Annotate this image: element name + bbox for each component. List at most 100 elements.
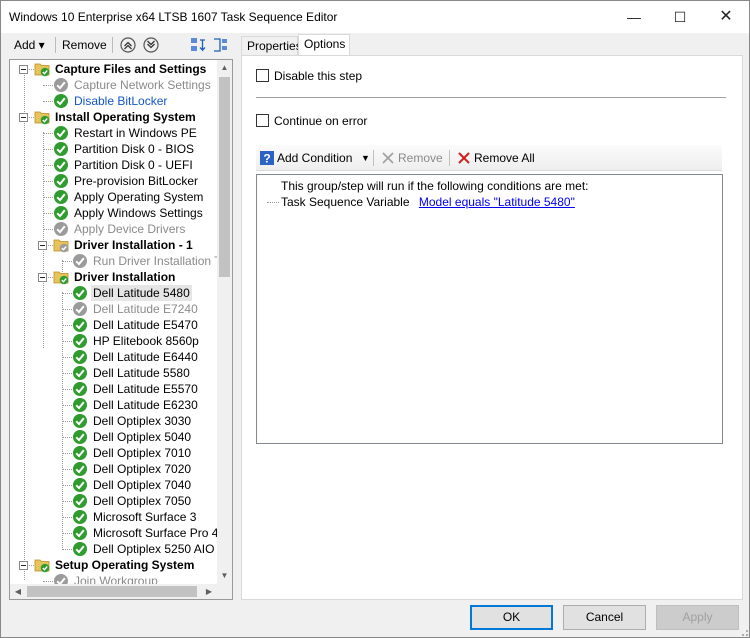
- success-check-icon: [53, 157, 69, 173]
- task-sequence-tree[interactable]: Capture Files and Settings Capture Networ…: [9, 59, 233, 600]
- tree-node-label: Restart in Windows PE: [74, 126, 197, 140]
- success-check-icon: [72, 461, 88, 477]
- remove-all-icon: [458, 152, 470, 164]
- tree-node-label: Apply Windows Settings: [74, 206, 203, 220]
- tab-options[interactable]: Options: [298, 34, 350, 56]
- scroll-corner: [217, 584, 232, 599]
- tree-connector: [43, 149, 53, 150]
- tree-connector: [24, 68, 25, 580]
- cancel-button[interactable]: Cancel: [563, 605, 646, 630]
- success-check-icon: [53, 141, 69, 157]
- success-check-icon: [53, 189, 69, 205]
- collapse-toggle-icon[interactable]: [19, 65, 28, 74]
- disabled-check-icon: [53, 573, 69, 584]
- scroll-left-icon[interactable]: ◀: [10, 584, 26, 599]
- continue-on-error-checkbox[interactable]: [256, 114, 269, 127]
- scroll-thumb[interactable]: [219, 77, 230, 277]
- remove-condition-button[interactable]: Remove: [380, 149, 445, 167]
- tree-connector: [62, 292, 63, 548]
- remove-icon: [382, 152, 394, 164]
- success-check-icon: [72, 317, 88, 333]
- tree-connector: [62, 421, 72, 422]
- move-up-icon[interactable]: [119, 36, 137, 54]
- maximize-button[interactable]: ☐: [657, 1, 703, 33]
- tree-node-label: Driver Installation - 1: [74, 238, 193, 252]
- move-down-icon[interactable]: [142, 36, 160, 54]
- title-bar: Windows 10 Enterprise x64 LTSB 1607 Task…: [1, 1, 749, 33]
- conditions-toolbar: ? Add Condition ▼ Remove Remove All: [256, 145, 722, 171]
- scroll-up-icon[interactable]: ▲: [217, 60, 232, 76]
- success-check-icon: [72, 509, 88, 525]
- folder-status-icon: [34, 61, 50, 77]
- minimize-button[interactable]: —: [611, 1, 657, 33]
- conditions-list[interactable]: This group/step will run if the followin…: [256, 174, 723, 444]
- conditions-header: This group/step will run if the followin…: [281, 179, 589, 193]
- collapse-toggle-icon[interactable]: [19, 561, 28, 570]
- tree-connector: [43, 213, 53, 214]
- tree-connector: [62, 405, 72, 406]
- scroll-thumb[interactable]: [27, 586, 197, 597]
- toolbar-separator: [112, 37, 113, 53]
- tree-node-label: Disable BitLocker: [74, 94, 168, 108]
- tree-connector: [62, 485, 72, 486]
- tree-connector: [62, 309, 72, 310]
- scroll-right-icon[interactable]: ▶: [201, 584, 217, 599]
- close-button[interactable]: ✕: [703, 1, 749, 33]
- scroll-down-icon[interactable]: ▼: [217, 568, 232, 584]
- task-sequence-editor-window: Windows 10 Enterprise x64 LTSB 1607 Task…: [0, 0, 750, 638]
- tree-connector: [62, 533, 72, 534]
- disabled-check-icon: [72, 301, 88, 317]
- tree-node-label: Dell Optiplex 3030: [93, 414, 192, 428]
- tree-vertical-scrollbar[interactable]: ▲ ▼: [217, 60, 232, 584]
- ok-button[interactable]: OK: [470, 605, 553, 630]
- add-condition-label: Add Condition: [277, 151, 353, 165]
- tree-node-label: Install Operating System: [55, 110, 196, 124]
- tree-connector: [62, 341, 72, 342]
- expand-all-icon[interactable]: [189, 36, 207, 54]
- collapse-toggle-icon[interactable]: [38, 273, 47, 282]
- tree-toolbar: Add ▾ Remove: [9, 34, 233, 56]
- options-panel: Disable this step Continue on error ? Ad…: [241, 55, 743, 600]
- tree-connector: [43, 581, 53, 582]
- remove-all-conditions-button[interactable]: Remove All: [456, 149, 540, 167]
- remove-button[interactable]: Remove: [62, 36, 107, 54]
- tree-connector: [62, 373, 72, 374]
- add-condition-button[interactable]: ? Add Condition ▼: [259, 149, 371, 167]
- collapse-all-icon[interactable]: [211, 36, 229, 54]
- folder-status-icon: [34, 557, 50, 573]
- tree-horizontal-scrollbar[interactable]: ◀ ▶: [10, 584, 217, 599]
- resize-grip-icon[interactable]: [739, 627, 749, 637]
- add-dropdown-button[interactable]: Add ▾: [14, 36, 45, 54]
- tab-properties[interactable]: Properties: [241, 36, 302, 56]
- apply-button[interactable]: Apply: [656, 605, 739, 630]
- success-check-icon: [72, 349, 88, 365]
- svg-text:?: ?: [263, 152, 270, 166]
- help-icon: ?: [260, 151, 274, 166]
- tree-node-label: Pre-provision BitLocker: [74, 174, 199, 188]
- tree-node-label: Dell Latitude E5570: [93, 382, 198, 396]
- tree-connector: [43, 101, 53, 102]
- tree-node-label: Dell Optiplex 7050: [93, 494, 192, 508]
- disable-step-checkbox[interactable]: [256, 69, 269, 82]
- tree-node-label: Join Workgroup: [74, 574, 158, 584]
- tree-node-label: Dell Latitude 5480: [91, 285, 192, 301]
- success-check-icon: [72, 365, 88, 381]
- tree-node-label: Dell Latitude 5580: [93, 366, 190, 380]
- tree-connector: [267, 202, 279, 203]
- tree-node-label: Dell Latitude E6440: [93, 350, 198, 364]
- tree-node-label: Run Driver Installation TS: [93, 254, 217, 268]
- dropdown-arrow-icon: ▼: [361, 153, 370, 163]
- tree-node-label: Partition Disk 0 - UEFI: [74, 158, 193, 172]
- tree-connector: [62, 469, 72, 470]
- tree-node-label: Dell Optiplex 5040: [93, 430, 192, 444]
- folder-status-icon: [34, 109, 50, 125]
- collapse-toggle-icon[interactable]: [19, 113, 28, 122]
- tree-connector: [62, 261, 72, 262]
- success-check-icon: [72, 445, 88, 461]
- condition-value-link[interactable]: Model equals "Latitude 5480": [419, 195, 575, 209]
- disable-step-label: Disable this step: [274, 69, 363, 83]
- tree-connector: [62, 293, 72, 294]
- collapse-toggle-icon[interactable]: [38, 241, 47, 250]
- tree-node-label: Apply Operating System: [74, 190, 204, 204]
- success-check-icon: [72, 333, 88, 349]
